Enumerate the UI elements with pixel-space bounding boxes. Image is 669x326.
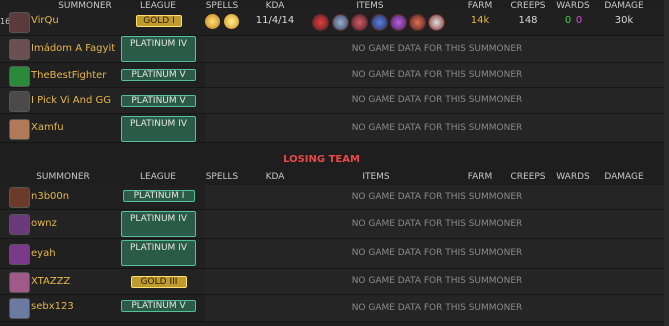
champion-avatar-icon: [9, 119, 30, 140]
summoner-name[interactable]: sebx123: [31, 301, 74, 312]
summoner-name[interactable]: Imádom A Fagyit: [31, 43, 115, 54]
table-row: I Pick Vi And GG PLATINUM V NO GAME DATA…: [0, 88, 669, 114]
no-game-data: NO GAME DATA FOR THIS SUMMONER: [205, 185, 669, 209]
champion-avatar-icon: [9, 12, 30, 33]
sword-item-icon: [332, 14, 349, 31]
col-creeps: CREEPS: [510, 172, 546, 182]
no-game-data: NO GAME DATA FOR THIS SUMMONER: [205, 239, 669, 268]
table-row: XTAZZZ GOLD III NO GAME DATA FOR THIS SU…: [0, 269, 669, 295]
summoner-name[interactable]: n3b00n: [31, 191, 69, 202]
league-badge: GOLD I: [136, 15, 182, 27]
table-row: Imádom A Fagyit PLATINUM IV NO GAME DATA…: [0, 36, 669, 63]
farm-value: 14k: [470, 15, 490, 26]
col-wards: WARDS: [556, 172, 590, 182]
wards-killed: 0: [575, 15, 583, 26]
table-row: sebx123 PLATINUM V NO GAME DATA FOR THIS…: [0, 295, 669, 322]
creeps-value: 148: [518, 15, 538, 26]
damage-value: 30k: [614, 15, 634, 26]
league-badge: PLATINUM IV: [121, 211, 196, 237]
league-badge: GOLD III: [131, 276, 187, 288]
summoner-name[interactable]: Xamfu: [31, 122, 64, 133]
cleaver-item-icon: [409, 14, 426, 31]
league-badge: PLATINUM V: [121, 300, 196, 312]
kda-value: 11/4/14: [255, 15, 295, 26]
table-row: eyah PLATINUM IV NO GAME DATA FOR THIS S…: [0, 239, 669, 269]
summoner-name[interactable]: ownz: [31, 218, 57, 229]
col-summoner: SUMMONER: [36, 172, 90, 182]
summoner-name[interactable]: I Pick Vi And GG: [31, 95, 111, 106]
flash-spell-icon: [224, 14, 239, 29]
table-row: 16 VirQu GOLD I 11/4/14 14k 148 0 0 30k: [0, 9, 669, 36]
champion-avatar-icon: [9, 244, 30, 265]
league-badge: PLATINUM IV: [121, 116, 196, 142]
trinket-item-icon: [428, 14, 445, 31]
col-farm: FARM: [467, 172, 493, 182]
col-league: LEAGUE: [140, 172, 176, 182]
league-badge: PLATINUM IV: [121, 36, 196, 62]
champion-avatar-icon: [9, 39, 30, 60]
scrollbar[interactable]: [664, 0, 669, 326]
orb-item-icon: [390, 14, 407, 31]
league-badge: PLATINUM V: [121, 69, 196, 81]
table-row: Xamfu PLATINUM IV NO GAME DATA FOR THIS …: [0, 114, 669, 143]
no-game-data: NO GAME DATA FOR THIS SUMMONER: [205, 88, 669, 113]
league-badge: PLATINUM IV: [121, 240, 196, 266]
champion-avatar-icon: [9, 187, 30, 208]
col-kda: KDA: [265, 172, 285, 182]
no-game-data: NO GAME DATA FOR THIS SUMMONER: [205, 36, 669, 62]
champion-avatar-icon: [9, 66, 30, 87]
summoner-name[interactable]: XTAZZZ: [31, 276, 70, 287]
boots-item-icon: [312, 14, 329, 31]
table-row: ownz PLATINUM IV NO GAME DATA FOR THIS S…: [0, 210, 669, 239]
champion-avatar-icon: [9, 214, 30, 235]
losing-team-header: SUMMONER LEAGUE SPELLS KDA ITEMS FARM CR…: [0, 171, 669, 185]
no-game-data: NO GAME DATA FOR THIS SUMMONER: [205, 210, 669, 238]
ignite-spell-icon: [205, 14, 220, 29]
champion-avatar-icon: [9, 298, 30, 319]
champion-avatar-icon: [9, 91, 30, 112]
champion-avatar-icon: [9, 272, 30, 293]
summoner-name[interactable]: VirQu: [31, 15, 59, 26]
col-damage: DAMAGE: [604, 172, 644, 182]
no-game-data: NO GAME DATA FOR THIS SUMMONER: [205, 269, 669, 294]
blade-item-icon: [371, 14, 388, 31]
col-spells: SPELLS: [205, 172, 239, 182]
no-game-data: NO GAME DATA FOR THIS SUMMONER: [205, 114, 669, 142]
league-badge: PLATINUM I: [123, 190, 195, 202]
no-game-data: NO GAME DATA FOR THIS SUMMONER: [205, 295, 669, 321]
wards-placed: 0: [564, 15, 572, 26]
col-items: ITEMS: [362, 172, 390, 182]
summoner-name[interactable]: TheBestFighter: [31, 70, 106, 81]
table-row: TheBestFighter PLATINUM V NO GAME DATA F…: [0, 63, 669, 88]
table-row: n3b00n PLATINUM I NO GAME DATA FOR THIS …: [0, 185, 669, 210]
losing-team-title: LOSING TEAM: [283, 154, 360, 165]
no-game-data: NO GAME DATA FOR THIS SUMMONER: [205, 63, 669, 87]
armor-item-icon: [351, 14, 368, 31]
league-badge: PLATINUM V: [121, 95, 196, 107]
summoner-name[interactable]: eyah: [31, 248, 56, 259]
